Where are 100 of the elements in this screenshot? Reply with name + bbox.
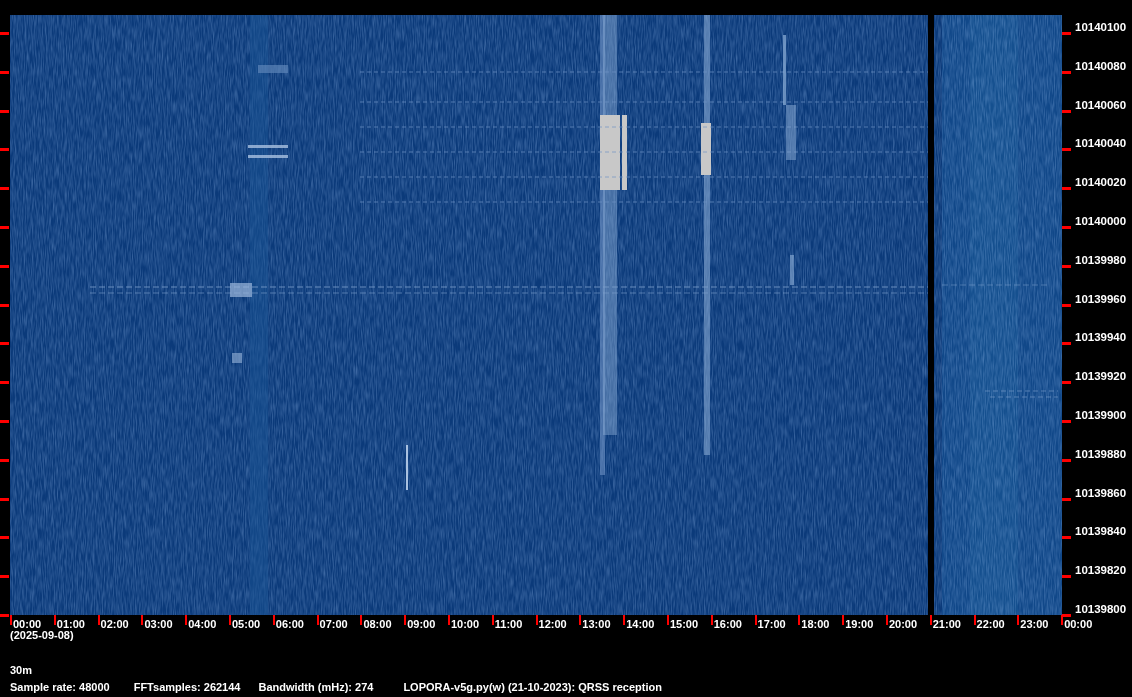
axis-tick: [1062, 226, 1071, 229]
time-label: 20:00: [888, 618, 918, 630]
axis-tick: [141, 615, 144, 625]
time-label: 01:00: [56, 618, 85, 630]
axis-tick: [798, 615, 801, 625]
axis-tick: [53, 615, 56, 625]
time-label: 21:00: [932, 618, 961, 630]
axis-tick: [0, 419, 9, 423]
frequency-label: 10139940: [1075, 331, 1127, 344]
time-label: 08:00: [363, 618, 392, 630]
axis-tick: [404, 615, 407, 625]
axis-tick: [1062, 109, 1071, 113]
axis-tick: [885, 615, 888, 625]
time-label: 11:00: [494, 618, 523, 630]
axis-tick: [0, 70, 9, 74]
axis-tick: [1062, 458, 1071, 462]
frequency-label: 10140020: [1075, 176, 1127, 189]
axis-tick: [0, 109, 9, 113]
time-label: 17:00: [757, 618, 786, 630]
axis-tick: [491, 615, 494, 625]
axis-tick: [1062, 70, 1071, 74]
frequency-label: 10139860: [1075, 486, 1127, 499]
axis-tick: [1062, 381, 1071, 385]
info-text: Bandwidth (mHz): 274: [258, 681, 374, 694]
frequency-label: 10140060: [1075, 98, 1127, 111]
frequency-label: 10140000: [1075, 215, 1127, 227]
frequency-label: 10140040: [1075, 137, 1127, 150]
axis-tick: [229, 615, 231, 625]
axis-tick: [1062, 497, 1071, 501]
frequency-label: 10139960: [1075, 292, 1127, 305]
axis-tick: [666, 615, 669, 625]
time-label: 10:00: [450, 618, 480, 630]
frequency-label: 10139840: [1075, 525, 1127, 538]
axis-tick: [0, 497, 9, 501]
time-label: 13:00: [582, 618, 611, 630]
time-label: 04:00: [188, 618, 217, 630]
time-label: 23:00: [1020, 618, 1049, 630]
frequency-label: 10139920: [1075, 370, 1127, 383]
axis-tick: [623, 615, 626, 625]
frequency-label: 10140100: [1075, 21, 1127, 33]
axis-tick: [842, 615, 845, 625]
frequency-label: 10140080: [1075, 59, 1127, 72]
axis-tick: [97, 615, 100, 625]
axis-tick: [1062, 419, 1071, 423]
axis-tick: [1062, 148, 1071, 152]
time-label: 16:00: [713, 618, 742, 630]
time-label: 06:00: [275, 618, 304, 630]
axis-tick: [0, 458, 9, 462]
time-label: 00:00: [13, 618, 42, 630]
axis-tick: [710, 615, 713, 625]
time-label: 05:00: [232, 618, 261, 630]
axis-tick: [0, 536, 9, 540]
axis-tick: [1062, 32, 1071, 35]
info-text: Sample rate: 48000: [10, 681, 110, 694]
axis-tick: [0, 575, 9, 579]
axis-tick: [0, 187, 9, 191]
frequency-label: 10139820: [1075, 564, 1127, 577]
time-label: 19:00: [845, 618, 874, 630]
time-label: 12:00: [538, 618, 567, 630]
axis-tick: [973, 615, 976, 625]
time-label: 18:00: [801, 618, 830, 630]
time-label: 02:00: [100, 618, 129, 630]
time-label: 14:00: [626, 618, 655, 630]
axis-tick: [579, 615, 582, 625]
axis-tick: [0, 226, 9, 229]
axis-tick: [185, 615, 188, 625]
axis-tick: [0, 342, 9, 346]
axis-tick: [0, 32, 9, 35]
date-label: (2025-09-08): [9, 629, 75, 642]
time-label: 03:00: [144, 618, 173, 630]
axis-tick: [447, 615, 450, 625]
axis-tick: [754, 615, 757, 625]
time-label: 00:00: [1064, 618, 1093, 630]
axis-tick: [1062, 303, 1071, 307]
time-label: 07:00: [319, 618, 348, 630]
info-text: FFTsamples: 262144: [133, 681, 241, 694]
band-label: 30m: [9, 664, 34, 677]
axis-tick: [272, 615, 275, 625]
frequency-label: 10139900: [1075, 408, 1127, 421]
axis-tick: [0, 381, 9, 385]
axis-tick: [1062, 264, 1071, 268]
axis-tick: [316, 615, 319, 625]
time-label: 22:00: [976, 618, 1005, 630]
info-text: LOPORA-v5g.py(w) (21-10-2023): QRSS reception: [403, 681, 662, 694]
axis-tick: [0, 148, 9, 152]
axis-tick: [1062, 536, 1071, 540]
frequency-label: 10139980: [1075, 253, 1127, 266]
axis-tick: [360, 615, 363, 625]
axis-tick: [1017, 615, 1020, 625]
time-label: 15:00: [669, 618, 699, 630]
axis-tick: [1062, 342, 1071, 346]
frequency-label: 10139880: [1075, 447, 1127, 460]
axis-tick: [535, 615, 538, 625]
axis-tick: [1062, 187, 1071, 191]
axis-tick: [929, 615, 932, 625]
axis-tick: [1062, 575, 1071, 579]
axis-tick: [0, 264, 9, 268]
axis-tick: [0, 303, 9, 307]
time-label: 09:00: [407, 618, 436, 630]
frequency-label: 10139800: [1075, 602, 1127, 615]
